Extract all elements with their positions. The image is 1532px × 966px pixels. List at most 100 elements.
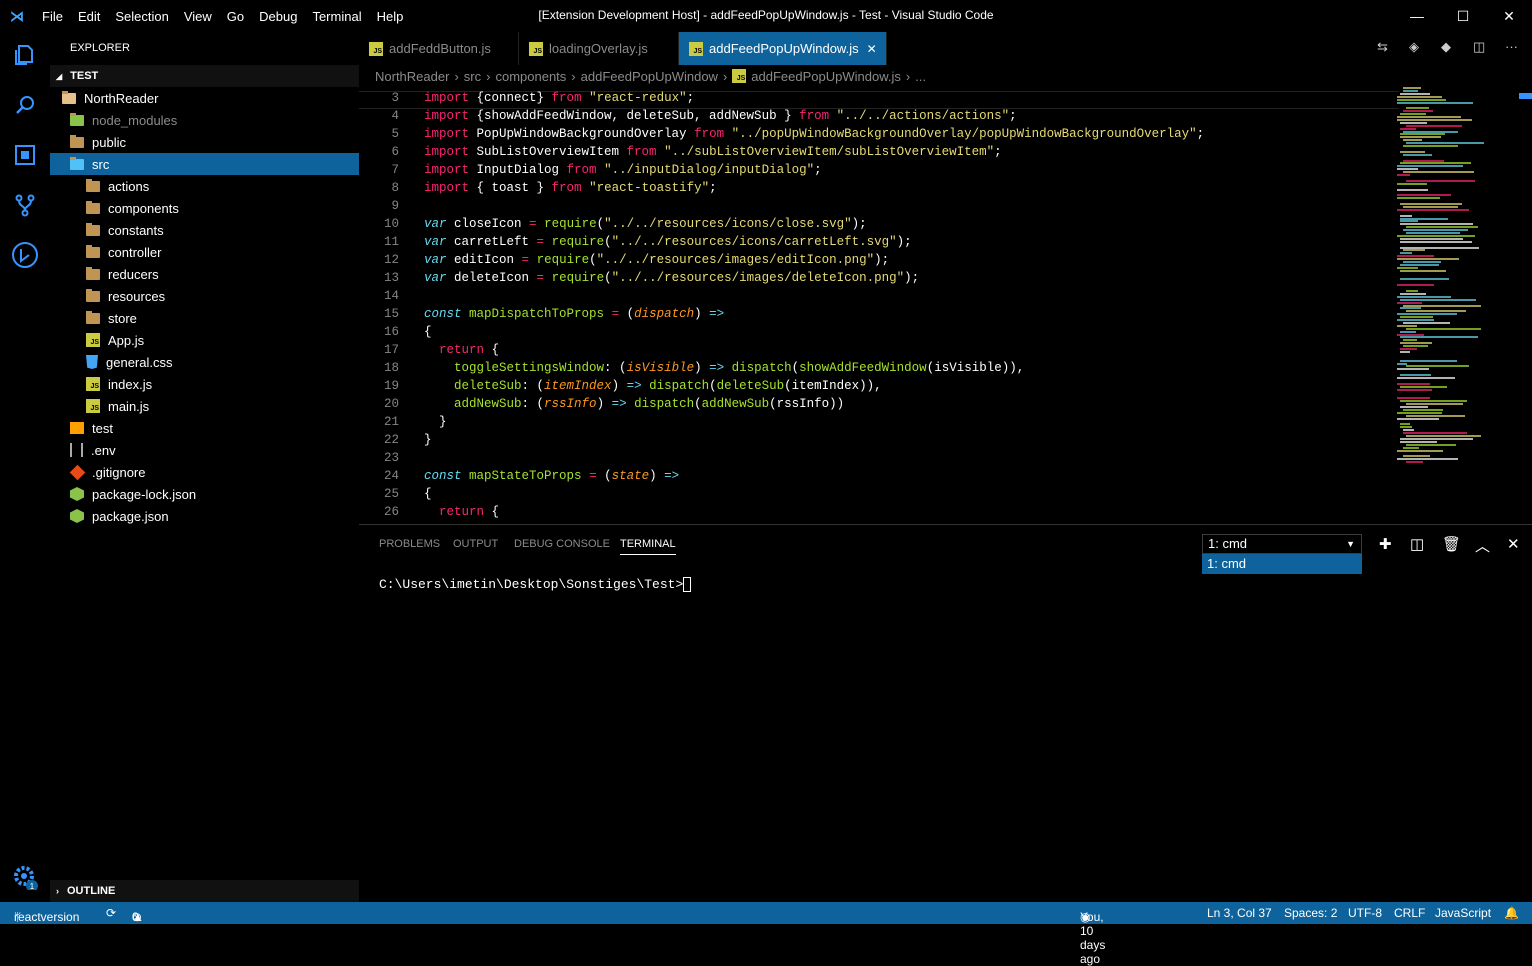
- line-ending[interactable]: CRLF: [1394, 906, 1425, 920]
- breadcrumb-item[interactable]: addFeedPopUpWindow: [581, 69, 718, 84]
- tree-item[interactable]: resources: [50, 285, 359, 307]
- folder-icon: [86, 244, 100, 258]
- git-compare-icon[interactable]: ◆: [1441, 39, 1451, 55]
- code-editor[interactable]: 3 4 5 6 7 8 9 10 11 12 13 14 15 16 17 18 19 20 21 22 23 24 25 2…: [359, 87, 1532, 524]
- indentation[interactable]: Spaces: 2: [1284, 906, 1337, 920]
- tab-addfeedpopupwindow[interactable]: JS addFeedPopUpWindow.js ✕: [679, 32, 887, 65]
- minimap-line: [1400, 336, 1479, 339]
- workspace-section-header[interactable]: ◢ TEST: [50, 65, 359, 87]
- tree-item[interactable]: node_modules: [50, 109, 359, 131]
- menu-selection[interactable]: Selection: [115, 9, 168, 24]
- extensions-icon[interactable]: [10, 140, 40, 170]
- minimap[interactable]: [1397, 87, 1487, 477]
- outline-title: OUTLINE: [67, 885, 116, 897]
- bell-icon[interactable]: 🔔: [1504, 906, 1519, 920]
- outline-section-header[interactable]: › OUTLINE: [50, 880, 359, 902]
- tab-terminal[interactable]: TERMINAL: [620, 538, 676, 555]
- tree-item[interactable]: test: [50, 417, 359, 439]
- new-terminal-icon[interactable]: ✚: [1379, 535, 1392, 553]
- svg-text:1: 1: [30, 882, 35, 890]
- file-tree: NorthReader node_modules public src actions c…: [50, 87, 359, 527]
- search-icon[interactable]: [10, 90, 40, 120]
- source-control-icon[interactable]: [10, 190, 40, 220]
- tree-item[interactable]: JS App.js: [50, 329, 359, 351]
- minimap-line: [1397, 116, 1462, 118]
- minimap-line: [1400, 423, 1410, 426]
- tree-item[interactable]: general.css: [50, 351, 359, 373]
- breadcrumb-item[interactable]: NorthReader: [375, 69, 449, 84]
- menu-terminal[interactable]: Terminal: [312, 9, 361, 24]
- toggle-inline-icon[interactable]: ◈: [1409, 39, 1419, 55]
- breadcrumb-item[interactable]: src: [464, 69, 481, 84]
- minimize-icon[interactable]: —: [1394, 0, 1440, 32]
- minimap-line: [1397, 295, 1451, 298]
- tree-item[interactable]: public: [50, 131, 359, 153]
- tree-item[interactable]: actions: [50, 175, 359, 197]
- scrollbar-thumb[interactable]: [1519, 93, 1532, 99]
- menu-go[interactable]: Go: [227, 9, 244, 24]
- menu-edit[interactable]: Edit: [78, 9, 100, 24]
- minimap-line: [1397, 258, 1459, 261]
- minimap-line: [1397, 234, 1476, 237]
- tree-item[interactable]: components: [50, 197, 359, 219]
- tab-addfeddbutton[interactable]: JS addFeddButton.js: [359, 32, 519, 65]
- tree-item[interactable]: .gitignore: [50, 461, 359, 483]
- split-terminal-icon[interactable]: ◫: [1410, 535, 1424, 553]
- sync-icon[interactable]: ⟳: [106, 906, 116, 920]
- more-actions-icon[interactable]: ···: [1505, 39, 1518, 54]
- tab-output[interactable]: OUTPUT: [453, 538, 498, 550]
- tab-problems[interactable]: PROBLEMS: [379, 538, 440, 550]
- maximize-icon[interactable]: ☐: [1440, 0, 1486, 32]
- language-mode[interactable]: JavaScript: [1435, 906, 1491, 920]
- breadcrumb-item[interactable]: ...: [915, 69, 926, 84]
- minimap-line: [1400, 136, 1441, 139]
- minimap-line: [1400, 223, 1474, 226]
- cursor-position[interactable]: Ln 3, Col 37: [1207, 906, 1272, 920]
- tree-item[interactable]: NorthReader: [50, 87, 359, 109]
- maximize-panel-icon[interactable]: ︿: [1475, 535, 1490, 556]
- tab-debug-console[interactable]: DEBUG CONSOLE: [514, 538, 610, 550]
- breadcrumb-item[interactable]: addFeedPopUpWindow.js: [751, 69, 901, 84]
- tree-item[interactable]: JS main.js: [50, 395, 359, 417]
- blame-text: You, 10 days ago: [1080, 910, 1106, 966]
- tree-item[interactable]: reducers: [50, 263, 359, 285]
- tree-item[interactable]: JS index.js: [50, 373, 359, 395]
- tree-item[interactable]: package.json: [50, 505, 359, 527]
- tree-item[interactable]: package-lock.json: [50, 483, 359, 505]
- open-changes-icon[interactable]: ⇆: [1377, 39, 1388, 55]
- tree-item[interactable]: store: [50, 307, 359, 329]
- menu-file[interactable]: File: [42, 9, 63, 24]
- code-line: return {: [439, 343, 500, 357]
- minimap-line: [1397, 266, 1419, 269]
- close-window-icon[interactable]: ✕: [1486, 0, 1532, 32]
- minimap-line: [1400, 217, 1448, 220]
- tree-item[interactable]: src: [50, 153, 359, 175]
- menu-view[interactable]: View: [184, 9, 212, 24]
- breadcrumb-item[interactable]: components: [495, 69, 566, 84]
- terminal-output[interactable]: C:\Users\imetin\Desktop\Sonstiges\Test>: [379, 577, 692, 593]
- tree-item[interactable]: constants: [50, 219, 359, 241]
- tree-item[interactable]: .env: [50, 439, 359, 461]
- tree-item-label: package-lock.json: [92, 486, 197, 502]
- folder-icon: [86, 200, 100, 214]
- terminal-select[interactable]: 1: cmd ▼: [1202, 534, 1362, 554]
- encoding[interactable]: UTF-8: [1348, 906, 1382, 920]
- tree-item[interactable]: controller: [50, 241, 359, 263]
- explorer-icon[interactable]: [10, 40, 40, 70]
- terminal-option[interactable]: 1: cmd: [1202, 554, 1362, 574]
- terminal-prompt: C:\Users\imetin\Desktop\Sonstiges\Test>: [379, 577, 684, 592]
- menu-help[interactable]: Help: [377, 9, 404, 24]
- trash-icon[interactable]: 🗑: [1442, 535, 1461, 553]
- menu-debug[interactable]: Debug: [259, 9, 297, 24]
- settings-gear-icon[interactable]: 1: [10, 862, 40, 892]
- tree-item-label: package.json: [92, 508, 169, 524]
- line-number: 3: [391, 91, 399, 105]
- js-file-icon: JS: [86, 377, 100, 391]
- close-panel-icon[interactable]: ✕: [1507, 535, 1520, 553]
- debug-icon[interactable]: [10, 240, 40, 270]
- tab-loadingoverlay[interactable]: JS loadingOverlay.js: [519, 32, 679, 65]
- minimap-line: [1397, 333, 1425, 336]
- split-editor-icon[interactable]: ◫: [1473, 39, 1485, 55]
- close-tab-icon[interactable]: ✕: [867, 42, 877, 56]
- tree-item-label: components: [108, 200, 179, 216]
